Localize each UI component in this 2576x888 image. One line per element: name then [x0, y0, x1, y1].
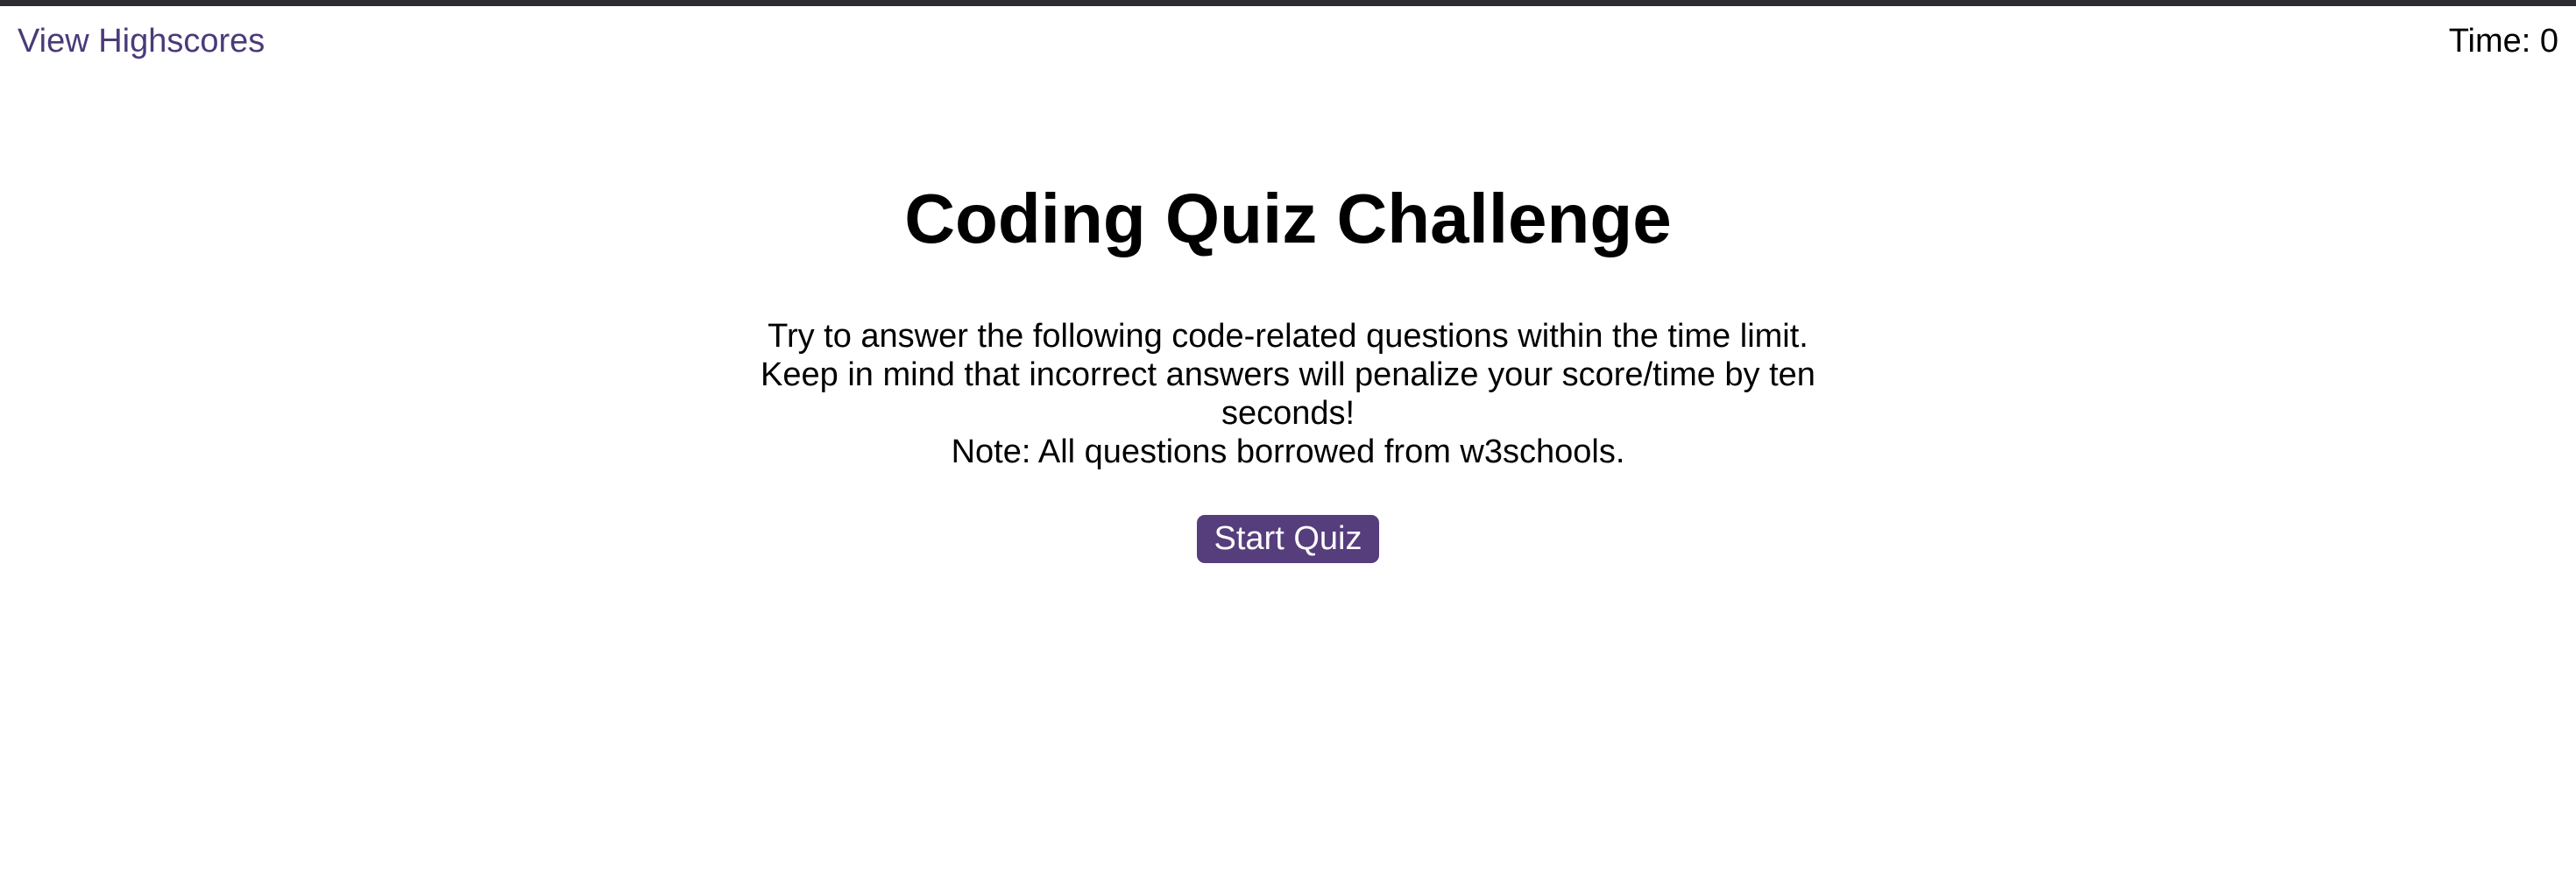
timer-label: Time: — [2448, 23, 2531, 60]
quiz-instructions: Try to answer the following code-related… — [761, 318, 1815, 432]
start-quiz-button[interactable]: Start Quiz — [1196, 515, 1380, 563]
quiz-note: Note: All questions borrowed from w3scho… — [951, 433, 1625, 470]
quiz-start-section: Coding Quiz Challenge Try to answer the … — [0, 166, 2576, 563]
header: View Highscores Time: 0 — [0, 6, 2576, 76]
timer-value: 0 — [2539, 23, 2558, 60]
page-title: Coding Quiz Challenge — [904, 180, 1672, 257]
view-highscores-link[interactable]: View Highscores — [18, 20, 265, 62]
timer: Time: 0 — [2449, 20, 2558, 62]
top-border — [0, 0, 2576, 6]
